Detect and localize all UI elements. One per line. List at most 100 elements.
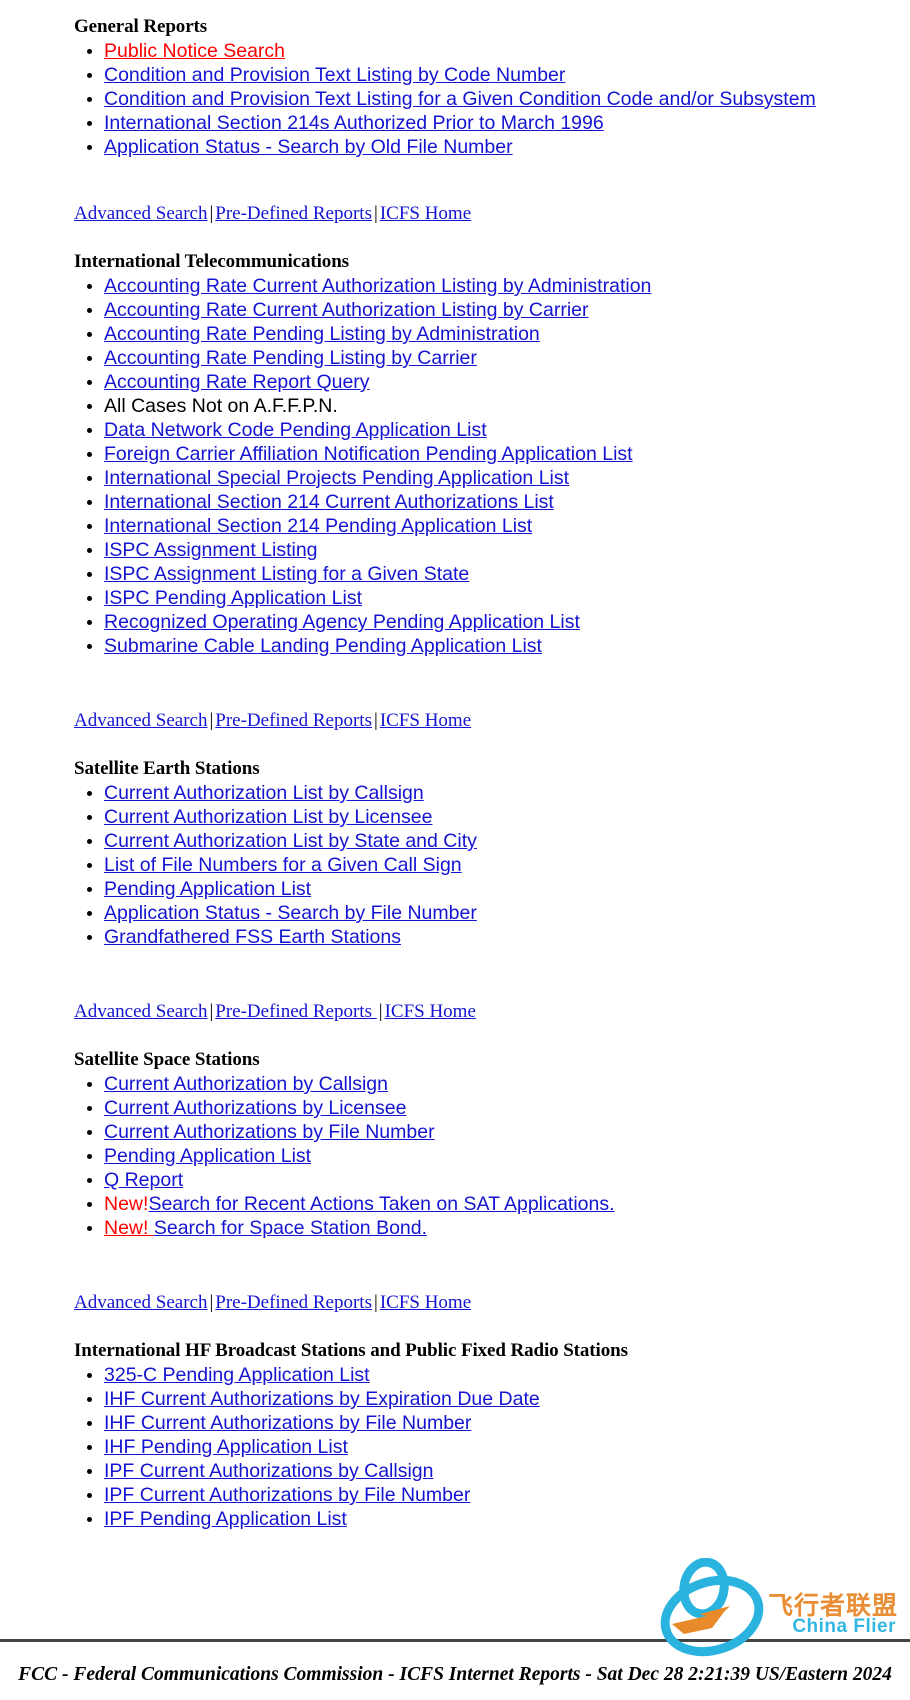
report-link[interactable]: 325-C Pending Application List	[104, 1364, 370, 1386]
list-item[interactable]: IHF Pending Application List	[104, 1435, 910, 1459]
nav-advanced-search[interactable]: Advanced Search	[74, 1292, 207, 1313]
report-link[interactable]: Search for Recent Actions Taken on SAT A…	[148, 1193, 614, 1215]
list-item[interactable]: Current Authorization by Callsign	[104, 1072, 910, 1096]
report-link[interactable]: Current Authorization by Callsign	[104, 1073, 388, 1095]
list-item[interactable]: Data Network Code Pending Application Li…	[104, 418, 910, 442]
footer-timestamp: FCC - Federal Communications Commission …	[18, 1664, 892, 1685]
report-link[interactable]: Submarine Cable Landing Pending Applicat…	[104, 635, 542, 657]
report-link[interactable]: Data Network Code Pending Application Li…	[104, 419, 487, 441]
list-item[interactable]: Accounting Rate Current Authorization Li…	[104, 298, 910, 322]
list-item[interactable]: IPF Current Authorizations by Callsign	[104, 1459, 910, 1483]
report-link[interactable]: Accounting Rate Current Authorization Li…	[104, 299, 589, 321]
list-item[interactable]: Application Status - Search by Old File …	[104, 135, 910, 159]
report-link[interactable]: Foreign Carrier Affiliation Notification…	[104, 443, 633, 465]
report-link[interactable]: ISPC Assignment Listing for a Given Stat…	[104, 563, 469, 585]
list-item[interactable]: Public Notice Search	[104, 39, 910, 63]
report-link[interactable]: Application Status - Search by File Numb…	[104, 902, 477, 924]
nav-icfs-home[interactable]: ICFS Home	[380, 1292, 471, 1313]
list-item[interactable]: Grandfathered FSS Earth Stations	[104, 925, 910, 949]
report-link[interactable]: Accounting Rate Pending Listing by Carri…	[104, 347, 477, 369]
report-link[interactable]: Current Authorizations by File Number	[104, 1121, 435, 1143]
list-item[interactable]: Current Authorization List by State and …	[104, 829, 910, 853]
list-item[interactable]: Current Authorization List by Callsign	[104, 781, 910, 805]
list-item[interactable]: New! Search for Space Station Bond.	[104, 1216, 910, 1240]
list-item[interactable]: List of File Numbers for a Given Call Si…	[104, 853, 910, 877]
nav-advanced-search[interactable]: Advanced Search	[74, 710, 207, 731]
list-item[interactable]: International Section 214 Current Author…	[104, 490, 910, 514]
list-item[interactable]: IHF Current Authorizations by File Numbe…	[104, 1411, 910, 1435]
watermark-main-text: 飞行者联盟	[767, 1591, 898, 1620]
list-item[interactable]: Accounting Rate Pending Listing by Carri…	[104, 346, 910, 370]
list-item[interactable]: International Special Projects Pending A…	[104, 466, 910, 490]
report-link[interactable]: IPF Current Authorizations by File Numbe…	[104, 1484, 470, 1506]
nav-advanced-search[interactable]: Advanced Search	[74, 203, 207, 224]
list-item[interactable]: Recognized Operating Agency Pending Appl…	[104, 610, 910, 634]
list-item[interactable]: Accounting Rate Pending Listing by Admin…	[104, 322, 910, 346]
nav-advanced-search[interactable]: Advanced Search	[74, 1001, 207, 1022]
list-item[interactable]: International Section 214s Authorized Pr…	[104, 111, 910, 135]
report-link[interactable]: Search for Space Station Bond.	[154, 1217, 427, 1239]
list-item[interactable]: Accounting Rate Report Query	[104, 370, 910, 394]
report-link[interactable]: Current Authorization List by Callsign	[104, 782, 424, 804]
list-item[interactable]: Current Authorizations by Licensee	[104, 1096, 910, 1120]
report-link[interactable]: Pending Application List	[104, 878, 311, 900]
list-item[interactable]: IPF Pending Application List	[104, 1507, 910, 1531]
nav-pre-defined-reports[interactable]: Pre-Defined Reports	[215, 1001, 376, 1022]
list-item[interactable]: International Section 214 Pending Applic…	[104, 514, 910, 538]
report-link[interactable]: IPF Pending Application List	[104, 1508, 347, 1530]
list-item[interactable]: New!Search for Recent Actions Taken on S…	[104, 1192, 910, 1216]
report-link[interactable]: Pending Application List	[104, 1145, 311, 1167]
list-item[interactable]: IPF Current Authorizations by File Numbe…	[104, 1483, 910, 1507]
list-item[interactable]: IHF Current Authorizations by Expiration…	[104, 1387, 910, 1411]
report-text: All Cases Not on A.F.F.P.N.	[104, 395, 338, 417]
report-link[interactable]: International Section 214 Pending Applic…	[104, 515, 532, 537]
list-item[interactable]: Pending Application List	[104, 1144, 910, 1168]
list-item[interactable]: Condition and Provision Text Listing for…	[104, 87, 910, 111]
list-item[interactable]: Accounting Rate Current Authorization Li…	[104, 274, 910, 298]
list-item[interactable]: ISPC Assignment Listing	[104, 538, 910, 562]
list-item[interactable]: Application Status - Search by File Numb…	[104, 901, 910, 925]
nav-pre-defined-reports[interactable]: Pre-Defined Reports	[215, 710, 372, 731]
report-link[interactable]: Accounting Rate Current Authorization Li…	[104, 275, 651, 297]
nav-pre-defined-reports[interactable]: Pre-Defined Reports	[215, 203, 372, 224]
report-link[interactable]: Application Status - Search by Old File …	[104, 136, 513, 158]
report-link[interactable]: Current Authorization List by Licensee	[104, 806, 432, 828]
report-link[interactable]: ISPC Assignment Listing	[104, 539, 318, 561]
report-link[interactable]: Recognized Operating Agency Pending Appl…	[104, 611, 580, 633]
list-item[interactable]: Current Authorizations by File Number	[104, 1120, 910, 1144]
report-link[interactable]: International Section 214 Current Author…	[104, 491, 554, 513]
list-item[interactable]: Pending Application List	[104, 877, 910, 901]
report-link[interactable]: IPF Current Authorizations by Callsign	[104, 1460, 433, 1482]
list-item[interactable]: Submarine Cable Landing Pending Applicat…	[104, 634, 910, 658]
report-link[interactable]: Public Notice Search	[104, 40, 285, 62]
list-item[interactable]: Current Authorization List by Licensee	[104, 805, 910, 829]
report-link[interactable]: Accounting Rate Pending Listing by Admin…	[104, 323, 540, 345]
report-link[interactable]: IHF Pending Application List	[104, 1436, 348, 1458]
report-link[interactable]: IHF Current Authorizations by File Numbe…	[104, 1412, 471, 1434]
list-item[interactable]: Q Report	[104, 1168, 910, 1192]
report-link[interactable]: Accounting Rate Report Query	[104, 371, 370, 393]
report-link[interactable]: IHF Current Authorizations by Expiration…	[104, 1388, 540, 1410]
list-item[interactable]: ISPC Pending Application List	[104, 586, 910, 610]
report-link[interactable]: Current Authorizations by Licensee	[104, 1097, 406, 1119]
nav-icfs-home[interactable]: ICFS Home	[385, 1001, 476, 1022]
list-item[interactable]: ISPC Assignment Listing for a Given Stat…	[104, 562, 910, 586]
nav-icfs-home[interactable]: ICFS Home	[380, 203, 471, 224]
report-link[interactable]: List of File Numbers for a Given Call Si…	[104, 854, 462, 876]
report-link[interactable]: Current Authorization List by State and …	[104, 830, 477, 852]
report-link[interactable]: International Section 214s Authorized Pr…	[104, 112, 604, 134]
list-item[interactable]: 325-C Pending Application List	[104, 1363, 910, 1387]
report-link[interactable]: International Special Projects Pending A…	[104, 467, 569, 489]
list-item[interactable]: Foreign Carrier Affiliation Notification…	[104, 442, 910, 466]
report-link[interactable]: Condition and Provision Text Listing by …	[104, 64, 565, 86]
report-link[interactable]: Grandfathered FSS Earth Stations	[104, 926, 401, 948]
list-item[interactable]: Condition and Provision Text Listing by …	[104, 63, 910, 87]
nav-pre-defined-reports[interactable]: Pre-Defined Reports	[215, 1292, 372, 1313]
report-link[interactable]: ISPC Pending Application List	[104, 587, 362, 609]
report-link[interactable]: Q Report	[104, 1169, 183, 1191]
nav-icfs-home[interactable]: ICFS Home	[380, 710, 471, 731]
report-link[interactable]: Condition and Provision Text Listing for…	[104, 88, 816, 110]
